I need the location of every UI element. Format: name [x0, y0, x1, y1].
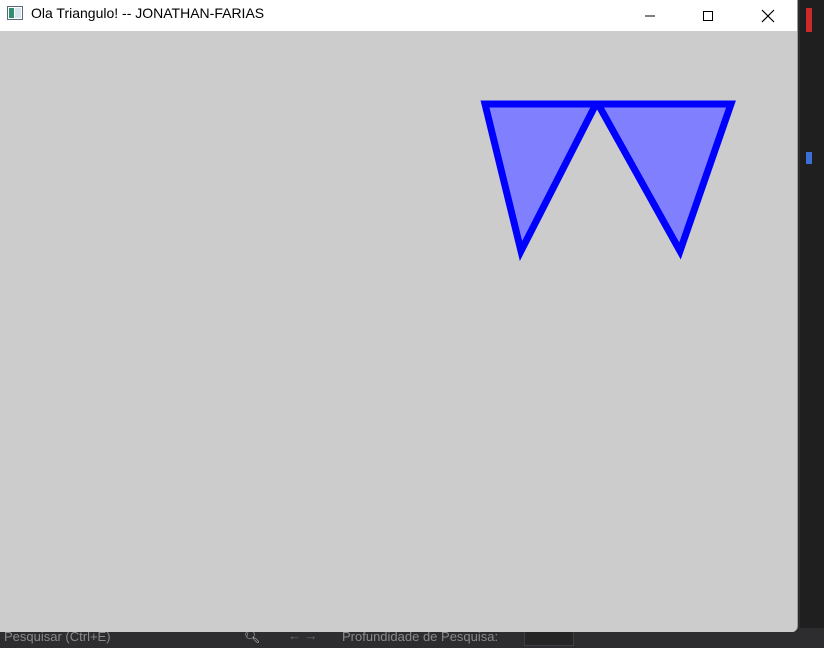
right-triangle: [592, 100, 736, 260]
close-button[interactable]: [739, 0, 797, 31]
background-accent: [806, 8, 812, 32]
close-icon: [761, 9, 775, 22]
scene-svg: [480, 100, 736, 261]
search-depth-field[interactable]: [524, 630, 574, 646]
maximize-icon: [703, 10, 713, 21]
render-canvas: [0, 31, 797, 632]
window-title: Ola Triangulo! -- JONATHAN-FARIAS: [31, 5, 265, 21]
minimize-icon: [645, 15, 655, 16]
minimize-button[interactable]: [621, 0, 679, 31]
left-triangle: [480, 100, 602, 261]
background-window-edge: [800, 0, 824, 648]
maximize-button[interactable]: [679, 0, 737, 31]
window-app-icon: [7, 6, 23, 20]
background-accent: [806, 152, 812, 164]
title-bar[interactable]: Ola Triangulo! -- JONATHAN-FARIAS: [0, 0, 797, 31]
app-window: Ola Triangulo! -- JONATHAN-FARIAS: [0, 0, 798, 632]
